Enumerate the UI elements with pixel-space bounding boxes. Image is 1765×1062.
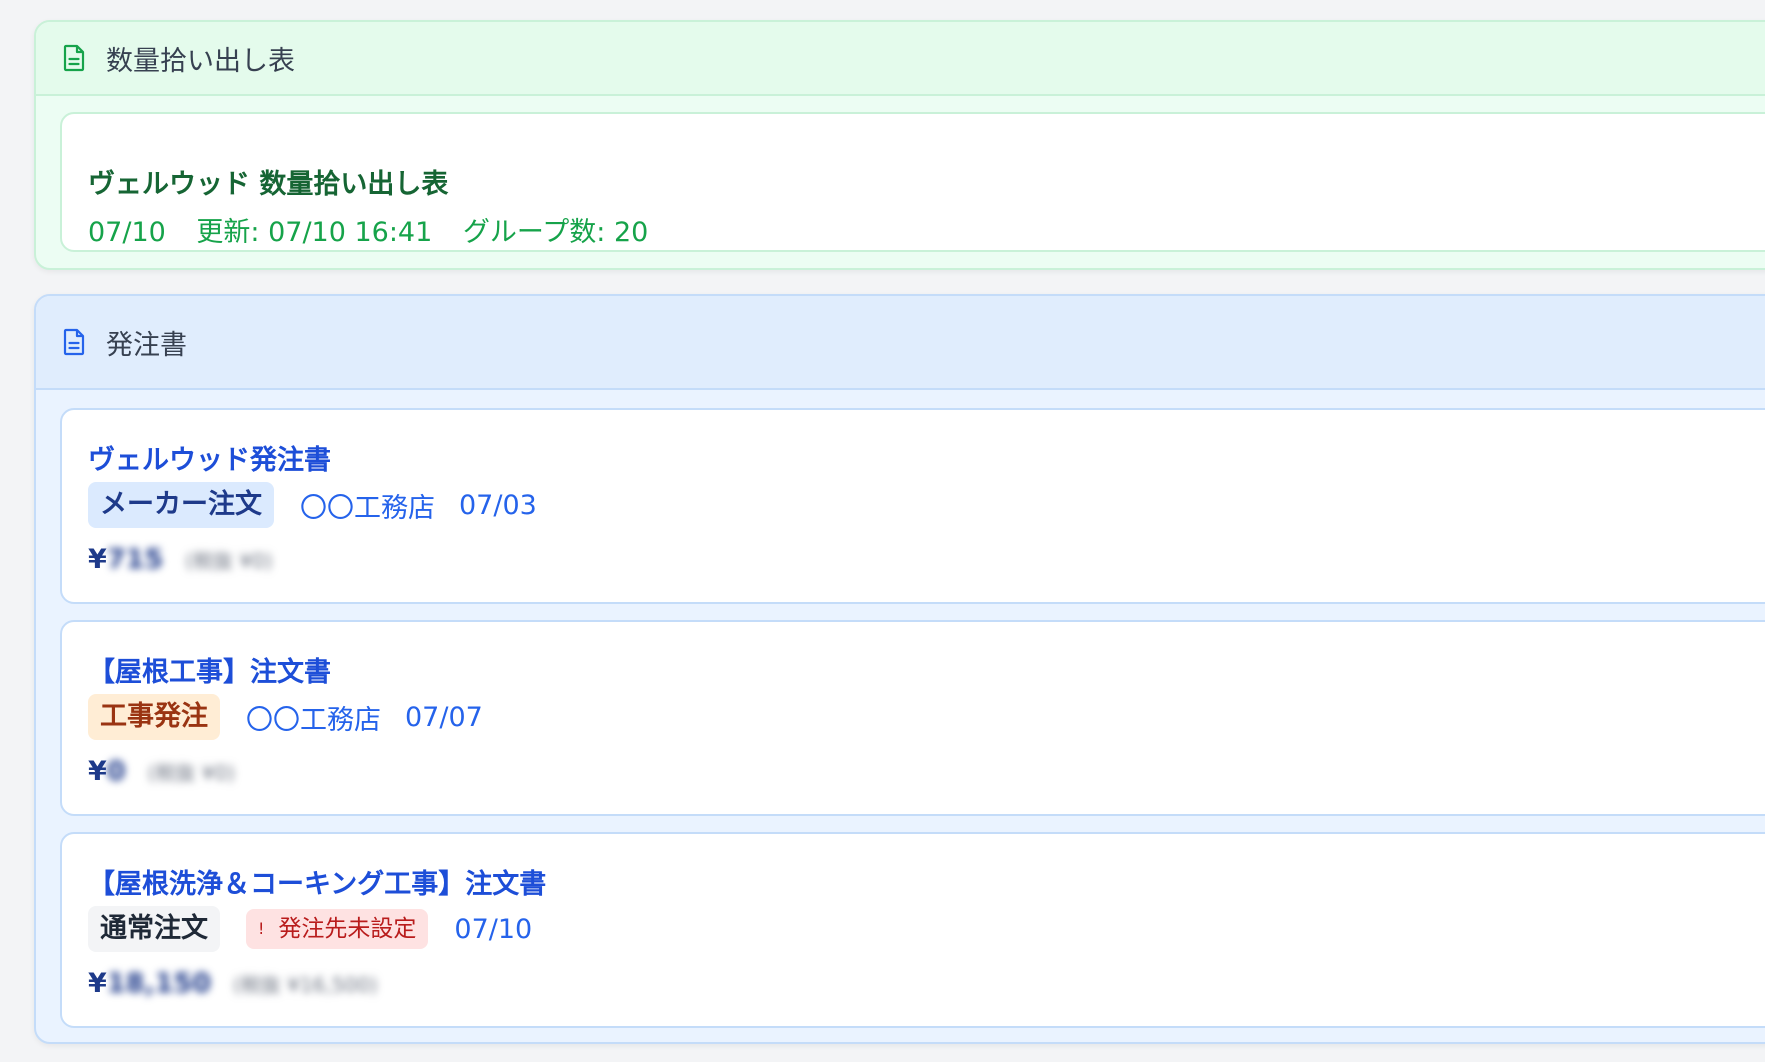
order-type-badge: 工事発注 (88, 694, 220, 740)
order-meta: メーカー注文 〇〇工務店 07/03 (88, 482, 561, 528)
order-date: 07/03 (459, 489, 537, 521)
order-title: 【屋根洗浄＆コーキング工事】注文書 (88, 869, 547, 900)
order-type-badge: 通常注文 (88, 906, 220, 952)
quantity-sheet-header-title: 数量拾い出し表 (106, 45, 295, 77)
order-vendor: 〇〇工務店 (246, 704, 381, 736)
order-vendor: 〇〇工務店 (300, 492, 435, 524)
quantity-sheet-groups: グループ数: 20 (462, 217, 649, 248)
order-amount-row: ¥ 18,150 (税抜 ¥16,500) (88, 968, 378, 999)
order-tax-note: (税抜 ¥16,500) (233, 973, 378, 997)
order-tax-note: (税抜 ¥0) (147, 761, 236, 785)
order-card-2[interactable]: 【屋根工事】注文書 工事発注 〇〇工務店 07/07 ¥ 0 (税抜 ¥0) (60, 620, 1765, 816)
order-title: ヴェルウッド発注書 (88, 445, 331, 476)
order-date: 07/07 (405, 701, 483, 733)
order-meta: 工事発注 〇〇工務店 07/07 (88, 694, 507, 740)
order-date: 07/10 (454, 913, 533, 945)
quantity-sheet-title: ヴェルウッド 数量拾い出し表 (88, 169, 449, 200)
currency-symbol: ¥ (88, 968, 107, 999)
order-card-3[interactable]: 【屋根洗浄＆コーキング工事】注文書 通常注文 ! 発注先未設定 07/10 ¥ … (60, 832, 1765, 1028)
quantity-sheet-date: 07/10 (88, 217, 166, 248)
order-amount-row: ¥ 0 (税抜 ¥0) (88, 756, 235, 787)
order-amount: 0 (106, 756, 126, 787)
order-card-1[interactable]: ヴェルウッド発注書 メーカー注文 〇〇工務店 07/03 ¥ 715 (税抜 ¥… (60, 408, 1765, 604)
purchase-order-header: 発注書 (36, 296, 1765, 390)
document-icon (63, 44, 85, 72)
document-icon (63, 328, 85, 356)
vendor-unset-badge: ! 発注先未設定 (246, 909, 429, 949)
order-amount: 18,150 (106, 968, 211, 999)
purchase-order-header-title: 発注書 (106, 329, 187, 361)
quantity-sheet-header: 数量拾い出し表 (36, 22, 1765, 96)
order-amount-row: ¥ 715 (税抜 ¥0) (88, 544, 273, 575)
order-tax-note: (税抜 ¥0) (185, 549, 273, 573)
order-title: 【屋根工事】注文書 (88, 657, 331, 688)
quantity-sheet-card[interactable]: ヴェルウッド 数量拾い出し表 07/10 更新: 07/10 16:41 グルー… (60, 112, 1765, 252)
quantity-sheet-meta: 07/10 更新: 07/10 16:41 グループ数: 20 (88, 210, 670, 249)
order-meta: 通常注文 ! 発注先未設定 07/10 (88, 906, 556, 952)
purchase-order-panel: 発注書 ヴェルウッド発注書 メーカー注文 〇〇工務店 07/03 ¥ 715 (… (34, 294, 1765, 1044)
quantity-sheet-updated: 更新: 07/10 16:41 (196, 217, 433, 248)
order-amount: 715 (106, 544, 164, 575)
currency-symbol: ¥ (88, 544, 107, 575)
currency-symbol: ¥ (88, 756, 107, 787)
order-type-badge: メーカー注文 (88, 482, 274, 528)
vendor-unset-label: 発注先未設定 (278, 916, 417, 942)
quantity-sheet-panel: 数量拾い出し表 ヴェルウッド 数量拾い出し表 07/10 更新: 07/10 1… (34, 20, 1765, 270)
alert-icon: ! (258, 919, 265, 938)
